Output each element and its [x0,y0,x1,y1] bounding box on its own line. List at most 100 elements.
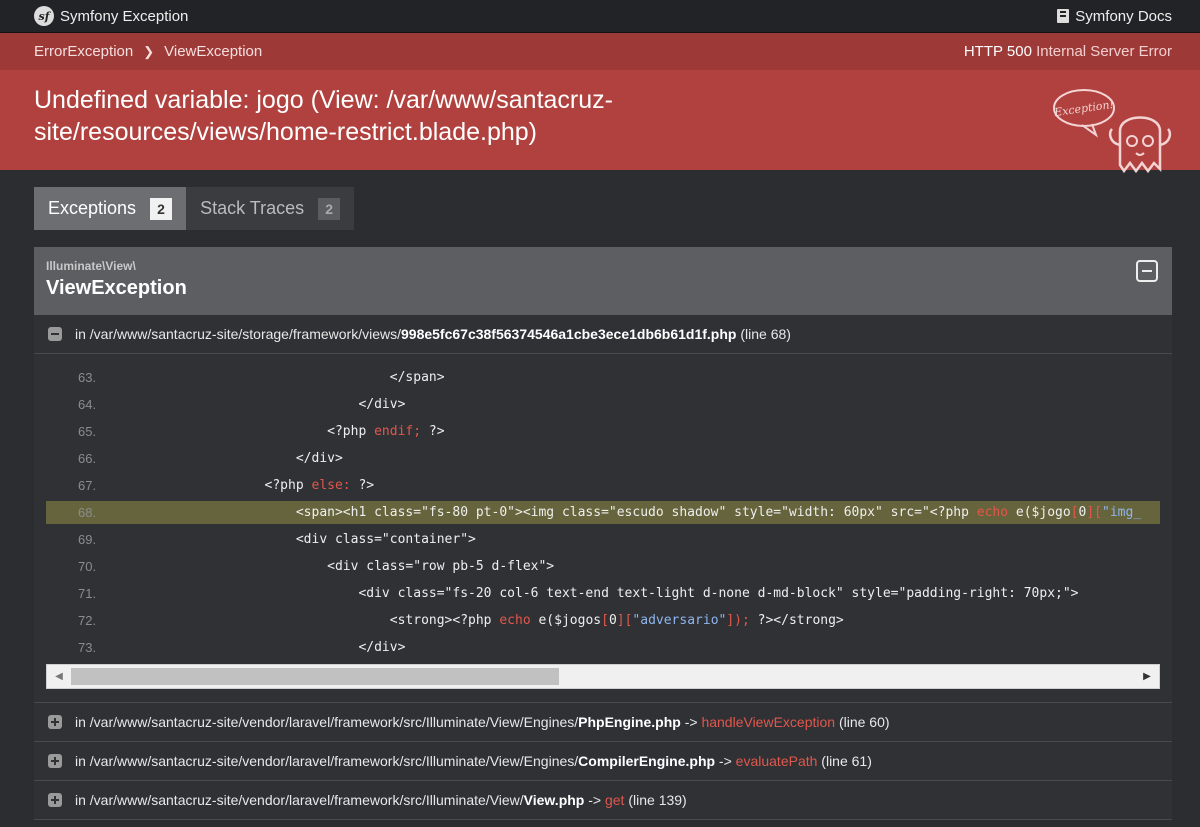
plus-square-icon[interactable] [48,715,62,729]
breadcrumb: ErrorException ❯ ViewException [34,43,262,60]
code-keyword: [ [1070,505,1079,520]
symfony-docs-link[interactable]: Symfony Docs [1057,8,1172,25]
code-token: <?php [108,478,312,493]
frame-line: (line 68) [736,326,791,342]
line-source: <?php endif; ?> [108,424,1160,439]
line-number: 63. [78,370,97,385]
code-token: 0 [608,613,617,628]
code-keyword: echo [976,505,1009,520]
code-line: 69. <div class="container"> [46,526,1160,553]
frame-path: in /var/www/santacruz-site/vendor/larave… [75,753,579,769]
book-icon [1057,9,1070,23]
line-source: <div class="row pb-5 d-flex"> [108,559,555,574]
tab-exceptions-label: Exceptions [48,198,137,218]
trace-frame[interactable]: in /var/www/santacruz-site/vendor/larave… [34,703,1172,742]
code-line: 65. <?php endif; ?> [46,418,1160,445]
frame-path: in /var/www/santacruz-site/vendor/larave… [75,792,524,808]
code-keyword: ][ [616,613,633,628]
tab-exceptions[interactable]: Exceptions 2 [34,187,187,230]
trace-frame-expanded[interactable]: in /var/www/santacruz-site/storage/frame… [34,315,1172,354]
line-number: 72. [78,613,97,628]
status-code: HTTP 500 [963,43,1032,60]
breadcrumb-item-viewexception: ViewException [164,43,263,60]
code-keyword: echo [499,613,531,628]
tab-stack-traces-label: Stack Traces [200,198,305,218]
tab-stack-traces[interactable]: Stack Traces 2 [186,187,355,230]
line-source: <strong><?php echo e($jogos[0]["adversar… [108,613,1160,628]
line-source: <div class="container"> [108,532,476,547]
chevron-right-icon: ❯ [143,43,155,59]
code-line: 67. <?php else: ?> [46,472,1160,499]
frame-function: get [604,792,625,808]
code-excerpt: 63. </span> 64. </div> 65. <?php endif; … [34,354,1172,703]
code-line: 70. <div class="row pb-5 d-flex"> [46,553,1160,580]
symfony-logo-icon: sf [34,6,54,26]
code-token: <strong><?php [108,613,500,628]
code-token: ?> [350,478,375,493]
code-token: e($jogo [1008,505,1071,520]
line-number: 68. [78,505,97,520]
plus-square-icon[interactable] [48,754,62,768]
code-keyword: ][ [1086,505,1103,520]
exception-ghost-icon: Exception! [1052,89,1172,174]
frame-line: (line 60) [835,714,890,730]
frame-file: PhpEngine.php [578,714,681,730]
frame-location: in /var/www/santacruz-site/vendor/larave… [75,714,890,730]
brand-label: Symfony Exception [60,7,189,25]
code-keyword: ]); [726,613,750,628]
tab-stack-traces-count: 2 [318,197,341,220]
scroll-left-arrow-icon[interactable]: ◀ [47,665,71,688]
minus-square-icon[interactable] [48,327,62,341]
exception-panel: Illuminate\View\ ViewException in /var/w… [34,247,1172,820]
trace-frame[interactable]: in /var/www/santacruz-site/vendor/larave… [34,781,1172,820]
breadcrumb-item-errorexception: ErrorException [34,43,134,60]
line-number: 71. [78,586,97,601]
code-line-highlighted: 68. <span><h1 class="fs-80 pt-0"><img cl… [46,501,1160,524]
collapse-toggle-button[interactable] [1136,260,1158,282]
line-number: 65. [78,424,97,439]
code-line: 72. <strong><?php echo e($jogos[0]["adve… [46,607,1160,634]
frame-arrow: -> [715,753,736,769]
http-status: HTTP 500 Internal Server Error [964,43,1172,60]
code-string: "adversario" [632,613,727,628]
frame-arrow: -> [584,792,605,808]
line-source: <?php else: ?> [108,478,1160,493]
brand[interactable]: sf Symfony Exception [34,6,188,26]
code-line: 63. </span> [46,364,1160,391]
line-source: <div class="fs-20 col-6 text-end text-li… [108,586,1079,601]
plus-square-icon[interactable] [48,793,62,807]
frame-file: CompilerEngine.php [578,753,716,769]
horizontal-scrollbar[interactable]: ◀ ▶ [46,664,1160,689]
code-keyword: else: [311,478,351,493]
exception-breadcrumb-bar: ErrorException ❯ ViewException HTTP 500 … [0,33,1200,70]
exception-header: ErrorException ❯ ViewException HTTP 500 … [0,33,1200,174]
frame-arrow: -> [680,714,702,730]
status-text: Internal Server Error [1036,43,1172,60]
line-source: <span><h1 class="fs-80 pt-0"><img class=… [108,505,1160,520]
frame-function: handleViewException [701,714,836,730]
trace-frame[interactable]: in /var/www/santacruz-site/vendor/larave… [34,742,1172,781]
code-keyword: endif; [374,424,422,439]
code-string: "img_ [1102,505,1142,520]
scrollbar-thumb[interactable] [71,668,559,685]
page-title: Undefined variable: jogo (View: /var/www… [34,86,613,146]
top-bar: sf Symfony Exception Symfony Docs [0,0,1200,33]
exception-namespace: Illuminate\View\ [46,259,136,273]
code-keyword: [ [601,613,609,628]
docs-label: Symfony Docs [1075,7,1172,25]
tab-exceptions-count: 2 [150,197,173,220]
frame-path: in /var/www/santacruz-site/storage/frame… [75,326,401,342]
line-source: </div> [108,451,343,466]
line-number: 64. [78,397,97,412]
line-number: 69. [78,532,97,547]
frame-location: in /var/www/santacruz-site/vendor/larave… [75,753,872,769]
scroll-right-arrow-icon[interactable]: ▶ [1135,665,1159,688]
code-line: 66. </div> [46,445,1160,472]
code-token: <?php [108,424,375,439]
line-number: 73. [78,640,97,655]
code-token: ?></strong> [749,613,844,628]
code-token: e($jogos [530,613,602,628]
line-number: 66. [78,451,97,466]
frame-function: evaluatePath [735,753,818,769]
ghost-label: Exception! [1052,98,1114,119]
